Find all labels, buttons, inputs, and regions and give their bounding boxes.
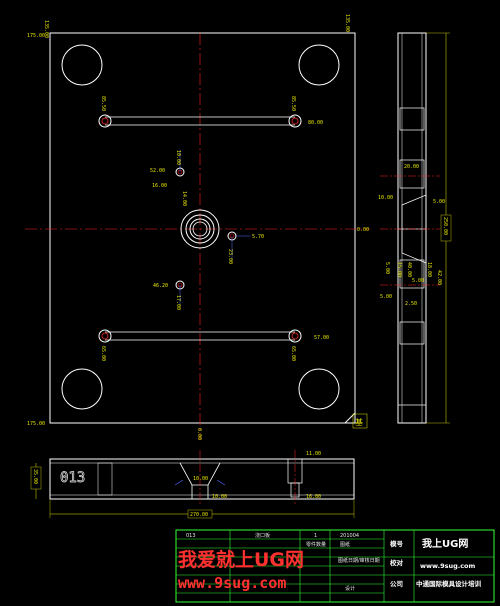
tb-drawing-code: 201004 — [340, 533, 359, 539]
side-view: 250.00 10.00 5.00 5.00 5.00 18.00 40.00 … — [378, 32, 452, 424]
dim-bottom-center: 0.00 — [196, 428, 202, 440]
bottom-view: 013 35.00 270.00 11.00 16.00 10.00 10.00 — [30, 450, 355, 519]
tb-design-label: 设计 — [345, 585, 355, 592]
tb-logo: 我上UG网 — [422, 537, 468, 550]
tb-check-value: 图纸日期/审核日期 — [338, 557, 380, 564]
tb-qty-unit: 零件数量 — [306, 541, 326, 548]
guide-hole-top-left — [61, 44, 103, 86]
side-label-4: 18.00 — [426, 262, 432, 277]
tb-name: 浇口板 — [255, 532, 270, 539]
dim-top-x1: 135.00 — [43, 20, 49, 38]
tb-company: 中通国际模具设计培训 — [416, 579, 482, 588]
dim-mid-lower-a: 46.20 — [153, 283, 168, 289]
tb-material-label: 模号 — [390, 539, 404, 548]
side-label-6: 5.00 — [412, 278, 424, 284]
side-label-5: 40.00 — [406, 262, 412, 277]
dim-sprue-below: 23.00 — [227, 249, 233, 264]
side-label-9: 2.50 — [405, 301, 417, 307]
dim-upper-pair: 80.00 — [308, 120, 323, 126]
side-label-0: 10.00 — [378, 195, 393, 201]
dim-mid-upper-d: 14.00 — [181, 191, 187, 206]
dim-mid-upper-a: 52.00 — [150, 168, 165, 174]
guide-hole-bottom-right — [298, 368, 340, 410]
guide-hole-top-right — [298, 44, 340, 86]
bottom-width-dim: 270.00 — [190, 512, 208, 518]
dim-top-left: 175.00 — [27, 33, 45, 39]
dim-bottom-left: 175.00 — [27, 421, 45, 427]
dim-hole-lower-right: 65.00 — [290, 346, 296, 361]
plate-outline — [49, 32, 356, 424]
side-height-dim: 250.00 — [442, 217, 448, 235]
tb-url: www.9sug.com — [420, 562, 476, 570]
watermark-line1: 我爱就上UG网 — [178, 548, 304, 571]
dim-right-center: 0.00 — [357, 227, 369, 233]
top-view: 175.00 135.00 135.00 175.00 0.00 0.00 85… — [25, 14, 370, 440]
dim-hole-upper-left: 85.50 — [100, 96, 106, 111]
side-label-1: 5.00 — [433, 199, 445, 205]
tb-qty: 1 — [314, 533, 317, 539]
dim-top-x2: 135.00 — [344, 14, 350, 32]
corner-note: 基 — [355, 417, 363, 427]
bottom-label-1: 16.00 — [306, 494, 321, 500]
dim-lower-pair: 57.00 — [314, 335, 329, 341]
bottom-label-2: 10.00 — [212, 494, 227, 500]
engraving-text: 013 — [60, 470, 85, 486]
dim-mid-upper-c: 16.00 — [152, 183, 167, 189]
dim-hole-upper-right: 85.50 — [290, 96, 296, 111]
bottom-label-0: 11.00 — [306, 451, 321, 457]
cad-drawing: 175.00 135.00 135.00 175.00 0.00 0.00 85… — [25, 14, 495, 603]
dim-mid-upper-b: 10.00 — [175, 150, 181, 165]
dim-mid-lower-b: 17.00 — [175, 295, 181, 310]
bottom-label-3: 10.00 — [193, 476, 208, 482]
tb-drawing-label: 图纸 — [340, 541, 350, 548]
watermark: 我爱就上UG网 www.9sug.com — [178, 548, 304, 592]
tb-company-label: 公司 — [390, 580, 403, 588]
tb-check-label: 校对 — [390, 558, 404, 567]
side-label-7: 42.00 — [436, 270, 442, 285]
side-label-2: 5.00 — [384, 262, 390, 274]
side-label-10: 15.00 — [396, 262, 402, 277]
watermark-line2: www.9sug.com — [178, 574, 286, 592]
dim-sprue-right: 5.70 — [252, 234, 264, 240]
side-label-8: 20.00 — [404, 164, 419, 170]
guide-hole-bottom-left — [61, 368, 103, 410]
tb-part-no: 013 — [186, 533, 196, 539]
dim-hole-lower-left: 65.00 — [100, 346, 106, 361]
bottom-height-dim: 35.00 — [32, 469, 38, 484]
side-label-3: 5.00 — [380, 294, 392, 300]
